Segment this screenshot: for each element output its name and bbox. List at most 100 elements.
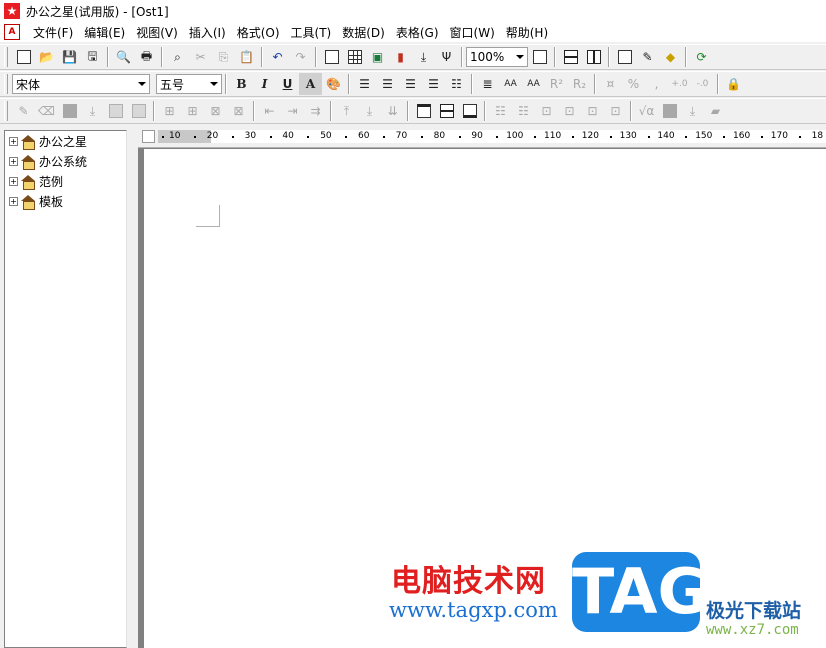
fill-color-button[interactable] xyxy=(58,100,81,122)
font-select[interactable]: 宋体 xyxy=(12,74,150,94)
insert-field-button[interactable]: ⤓ xyxy=(412,46,435,68)
merge-right-button[interactable]: ⇥ xyxy=(281,100,304,122)
menu-tools[interactable]: 工具(T) xyxy=(286,24,338,41)
distribute-button[interactable]: ☷ xyxy=(445,73,468,95)
split-vertical-button[interactable] xyxy=(582,46,605,68)
cell-color-button[interactable] xyxy=(658,100,681,122)
superscript-button[interactable]: R² xyxy=(545,73,568,95)
line-spacing-button[interactable]: ≣ xyxy=(476,73,499,95)
menu-table[interactable]: 表格(G) xyxy=(391,24,445,41)
align-bottom-button[interactable] xyxy=(458,100,481,122)
fit-width-button[interactable]: ⊡ xyxy=(535,100,558,122)
split-vertical-cell-button[interactable]: ⇊ xyxy=(381,100,404,122)
refresh-button[interactable]: ⟳ xyxy=(690,46,713,68)
expand-icon[interactable]: + xyxy=(9,196,18,206)
increase-decimal-button[interactable]: +.0 xyxy=(668,73,691,95)
comma-button[interactable]: , xyxy=(645,73,668,95)
align-middle-button[interactable] xyxy=(435,100,458,122)
fill-dropdown-button[interactable]: ⤓ xyxy=(81,100,104,122)
delete-column-button[interactable]: ⊠ xyxy=(227,100,250,122)
char-spacing-narrow-button[interactable]: AA xyxy=(522,73,545,95)
pencil-button[interactable]: ✎ xyxy=(12,100,35,122)
distribute-cols-button[interactable]: ☷ xyxy=(512,100,535,122)
lock-button[interactable]: 🔒 xyxy=(722,73,745,95)
merge-down-button[interactable]: ⤓ xyxy=(358,100,381,122)
tree-item-templates[interactable]: + 模板 xyxy=(5,191,126,211)
formula-button[interactable]: √α xyxy=(635,100,658,122)
full-page-button[interactable] xyxy=(528,46,551,68)
menu-data[interactable]: 数据(D) xyxy=(337,24,391,41)
percent-button[interactable]: % xyxy=(622,73,645,95)
toolbar-grip[interactable] xyxy=(4,74,8,94)
copy-button[interactable]: ⎘ xyxy=(212,46,235,68)
menu-view[interactable]: 视图(V) xyxy=(131,24,184,41)
subscript-button[interactable]: R₂ xyxy=(568,73,591,95)
eraser-button[interactable]: ⌫ xyxy=(35,100,58,122)
delete-row-button[interactable]: ⊠ xyxy=(204,100,227,122)
color-button[interactable]: 🎨 xyxy=(322,73,345,95)
insert-table-button[interactable] xyxy=(343,46,366,68)
justify-button[interactable]: ☰ xyxy=(422,73,445,95)
expand-icon[interactable]: + xyxy=(9,156,18,166)
merge-up-button[interactable]: ⤒ xyxy=(335,100,358,122)
zoom-select[interactable]: 100% xyxy=(466,47,528,67)
align-left-button[interactable]: ☰ xyxy=(353,73,376,95)
save-button[interactable]: 💾 xyxy=(58,46,81,68)
char-spacing-wide-button[interactable]: AA xyxy=(499,73,522,95)
expand-icon[interactable]: + xyxy=(9,136,18,146)
insert-image-button[interactable]: ▣ xyxy=(366,46,389,68)
highlight-button[interactable]: ◆ xyxy=(659,46,682,68)
align-center-button[interactable]: ☰ xyxy=(376,73,399,95)
insert-symbol-button[interactable]: Ψ xyxy=(435,46,458,68)
ruler-corner-box[interactable] xyxy=(142,130,155,143)
fit-height-button[interactable]: ⊡ xyxy=(558,100,581,122)
edit-frame-button[interactable]: ✎ xyxy=(636,46,659,68)
autofit-button[interactable]: ⊡ xyxy=(604,100,627,122)
undo-button[interactable]: ↶ xyxy=(266,46,289,68)
distribute-rows-button[interactable]: ☷ xyxy=(489,100,512,122)
align-right-button[interactable]: ☰ xyxy=(399,73,422,95)
menu-help[interactable]: 帮助(H) xyxy=(501,24,554,41)
insert-column-button[interactable]: ⊞ xyxy=(181,100,204,122)
size-select[interactable]: 五号 xyxy=(156,74,222,94)
insert-chart-button[interactable]: ▮ xyxy=(389,46,412,68)
window-layout-button[interactable] xyxy=(613,46,636,68)
split-cell-button[interactable]: ⇉ xyxy=(304,100,327,122)
split-horizontal-button[interactable] xyxy=(559,46,582,68)
italic-button[interactable]: I xyxy=(253,73,276,95)
find-button[interactable]: ⌕ xyxy=(166,46,189,68)
tree-item-examples[interactable]: + 范例 xyxy=(5,171,126,191)
currency-button[interactable]: ¤ xyxy=(599,73,622,95)
merge-left-button[interactable]: ⇤ xyxy=(258,100,281,122)
insert-textbox-button[interactable] xyxy=(320,46,343,68)
bold-button[interactable]: B xyxy=(230,73,253,95)
align-top-button[interactable] xyxy=(412,100,435,122)
cell-color-dropdown-button[interactable]: ⤓ xyxy=(681,100,704,122)
outline-text-button[interactable]: A xyxy=(299,73,322,95)
new-document-button[interactable] xyxy=(12,46,35,68)
menu-file[interactable]: 文件(F) xyxy=(28,24,79,41)
print-preview-button[interactable]: 🔍 xyxy=(112,46,135,68)
toolbar-grip[interactable] xyxy=(4,101,8,121)
horizontal-ruler[interactable]: 10 20 30 40 50 60 70 80 90 100 110 120 130 140 150 160 1… xyxy=(138,126,826,148)
border-all-button[interactable] xyxy=(127,100,150,122)
chart-wizard-button[interactable]: ▰ xyxy=(704,100,727,122)
underline-button[interactable]: U xyxy=(276,73,299,95)
expand-icon[interactable]: + xyxy=(9,176,18,186)
border-style-button[interactable] xyxy=(104,100,127,122)
redo-button[interactable]: ↷ xyxy=(289,46,312,68)
menu-edit[interactable]: 编辑(E) xyxy=(79,24,131,41)
insert-row-button[interactable]: ⊞ xyxy=(158,100,181,122)
menu-format[interactable]: 格式(O) xyxy=(232,24,286,41)
toolbar-grip[interactable] xyxy=(4,47,8,67)
document-icon[interactable]: A xyxy=(4,24,20,40)
paste-button[interactable]: 📋 xyxy=(235,46,258,68)
menu-insert[interactable]: 插入(I) xyxy=(184,24,232,41)
tree-item-office-star[interactable]: + 办公之星 xyxy=(5,131,126,151)
print-button[interactable]: 🖶 xyxy=(135,46,158,68)
tree-item-office-system[interactable]: + 办公系统 xyxy=(5,151,126,171)
save-all-button[interactable]: 🖫 xyxy=(81,46,104,68)
open-button[interactable]: 📂 xyxy=(35,46,58,68)
menu-window[interactable]: 窗口(W) xyxy=(445,24,501,41)
cut-button[interactable]: ✂ xyxy=(189,46,212,68)
